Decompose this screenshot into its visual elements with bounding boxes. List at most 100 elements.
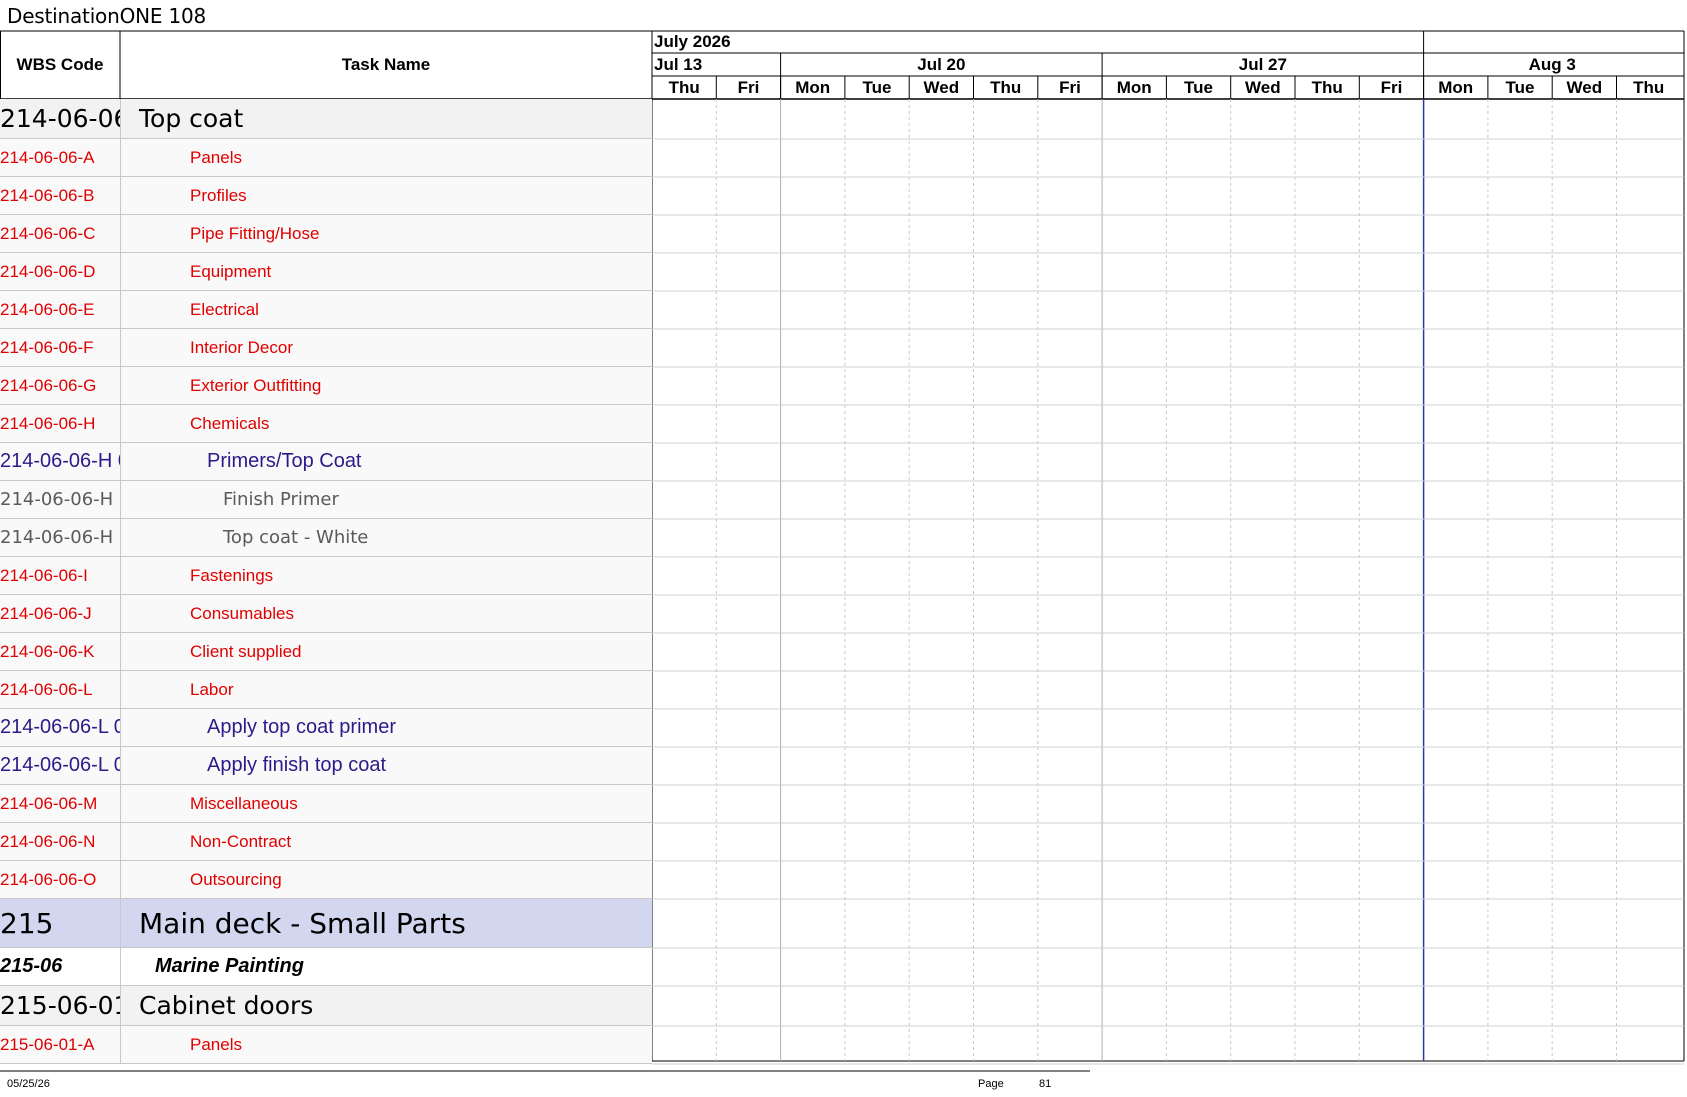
wbs-code-cell: 214-06-06-I (0, 565, 88, 585)
timeline-day-label: Fri (1380, 77, 1403, 97)
timeline-day-label: Mon (1116, 77, 1152, 97)
task-name-cell: Panels (190, 147, 242, 167)
timeline-day-label: Thu (1633, 77, 1665, 97)
wbs-code-cell: 214-06-06-H 01 (0, 527, 120, 548)
table-row[interactable]: 214-06-06-L 0 Apply finish top coat (0, 747, 652, 785)
table-row[interactable]: 214-06-06-E Electrical (0, 291, 652, 329)
timeline-day-label: Mon (795, 77, 831, 97)
task-column-header: Task Name (341, 55, 431, 74)
wbs-code-cell: 214-06-06-L 0 (0, 754, 120, 776)
task-name-cell: Outsourcing (190, 869, 282, 889)
wbs-code-cell: 214-06-06-H 0 (0, 450, 120, 472)
table-row[interactable]: 214-06-06-H 01 Top coat - White (0, 519, 652, 557)
table-row[interactable]: 214-06-06-A Panels (0, 139, 652, 177)
wbs-code-cell: 214-06-06-O (0, 869, 97, 889)
table-row[interactable]: 215 Main deck - Small Parts (0, 899, 652, 948)
task-name-cell: Miscellaneous (190, 793, 298, 813)
wbs-code-cell: 215-06-01 (0, 991, 120, 1020)
task-name-cell: Non-Contract (190, 831, 292, 851)
task-name-cell: Consumables (190, 603, 294, 623)
table-row[interactable]: 214-06-06-H 0 Primers/Top Coat (0, 443, 652, 481)
wbs-code-cell: 214-06-06-F (0, 337, 94, 357)
wbs-code-cell: 214-06-06-D (0, 261, 96, 281)
footer-date: 05/25/26 (7, 1078, 50, 1090)
wbs-column-header: WBS Code (16, 55, 104, 74)
timeline-day-label: Fri (1059, 77, 1081, 97)
wbs-code-cell: 215 (0, 906, 54, 940)
wbs-code-cell: 214-06-06-L (0, 679, 93, 699)
timeline-day-label: Fri (737, 77, 760, 97)
task-name-cell: Exterior Outfitting (190, 375, 322, 395)
task-name-cell: Cabinet doors (139, 991, 314, 1020)
table-row[interactable]: 214-06-06 Top coat (0, 99, 652, 139)
table-row[interactable]: 214-06-06-L Labor (0, 671, 652, 709)
table-row[interactable]: 214-06-06-H 01 Finish Primer (0, 481, 652, 519)
table-row[interactable]: 214-06-06-B Profiles (0, 177, 652, 215)
table-row[interactable]: 214-06-06-J Consumables (0, 595, 652, 633)
timeline-day-label: Thu (990, 77, 1022, 97)
timeline-day-label: Mon (1438, 77, 1474, 97)
timeline-day-label: Wed (1566, 77, 1603, 97)
wbs-code-cell: 214-06-06-M (0, 793, 98, 813)
task-name-cell: Labor (190, 679, 234, 699)
task-name-cell: Equipment (190, 261, 272, 281)
wbs-code-cell: 214-06-06-N (0, 831, 96, 851)
timeline-day-label: Thu (668, 77, 700, 97)
task-name-cell: Apply top coat primer (207, 716, 396, 738)
task-name-cell: Client supplied (190, 641, 302, 661)
task-name-cell: Panels (190, 1034, 242, 1054)
timeline-day-label: Tue (862, 77, 892, 97)
task-name-cell: Apply finish top coat (207, 754, 386, 776)
wbs-code-cell: 214-06-06-A (0, 147, 95, 167)
wbs-code-cell: 214-06-06-H 01 (0, 489, 120, 510)
table-row[interactable]: 214-06-06-O Outsourcing (0, 861, 652, 899)
wbs-code-cell: 215-06-01-A (0, 1034, 95, 1054)
task-name-cell: Fastenings (190, 565, 274, 585)
wbs-code-cell: 214-06-06-K (0, 641, 95, 661)
timeline-month-label: July 2026 (654, 32, 731, 51)
timeline-day-label: Tue (1184, 77, 1214, 97)
table-row[interactable]: 214-06-06-F Interior Decor (0, 329, 652, 367)
table-row[interactable]: 214-06-06-H Chemicals (0, 405, 652, 443)
footer-page-label: Page (978, 1078, 1004, 1090)
table-row[interactable]: 214-06-06-N Non-Contract (0, 823, 652, 861)
table-row[interactable]: 214-06-06-G Exterior Outfitting (0, 367, 652, 405)
wbs-code-cell: 214-06-06-G (0, 375, 97, 395)
timeline-day-label: Wed (923, 77, 960, 97)
wbs-code-cell: 214-06-06-J (0, 603, 92, 623)
task-name-cell: Interior Decor (190, 337, 293, 357)
table-row[interactable]: 215-06-01 Cabinet doors (0, 986, 652, 1026)
timeline-week-label: Jul 13 (654, 54, 703, 74)
table-row[interactable]: 214-06-06-I Fastenings (0, 557, 652, 595)
table-row[interactable]: 214-06-06-L 0 Apply top coat primer (0, 709, 652, 747)
table-row[interactable]: 214-06-06-C Pipe Fitting/Hose (0, 215, 652, 253)
task-name-cell: Top coat - White (223, 527, 369, 548)
table-row[interactable]: 214-06-06-D Equipment (0, 253, 652, 291)
table-row[interactable]: 215-06-01-A Panels (0, 1026, 652, 1064)
wbs-code-cell: 214-06-06-L 0 (0, 716, 120, 738)
task-name-cell: Main deck - Small Parts (139, 906, 466, 940)
task-name-cell: Top coat (139, 104, 244, 133)
wbs-code-cell: 215-06 (0, 955, 63, 977)
task-name-cell: Profiles (190, 185, 247, 205)
task-name-cell: Pipe Fitting/Hose (190, 223, 320, 243)
footer-page-number: 81 (1039, 1078, 1052, 1090)
wbs-code-cell: 214-06-06-E (0, 299, 95, 319)
wbs-code-cell: 214-06-06 (0, 104, 120, 133)
timeline-week-label: Jul 27 (1238, 54, 1287, 74)
task-name-cell: Chemicals (190, 413, 270, 433)
table-row[interactable]: 214-06-06-M Miscellaneous (0, 785, 652, 823)
task-name-cell: Electrical (190, 299, 259, 319)
wbs-code-cell: 214-06-06-H (0, 413, 96, 433)
timeline-day-label: Thu (1311, 77, 1343, 97)
task-name-cell: Finish Primer (223, 489, 339, 510)
wbs-code-cell: 214-06-06-C (0, 223, 96, 243)
wbs-code-cell: 214-06-06-B (0, 185, 95, 205)
timeline-week-label: Jul 20 (917, 54, 966, 74)
task-name-cell: Marine Painting (155, 955, 304, 977)
task-name-cell: Primers/Top Coat (207, 450, 362, 472)
timeline-day-label: Wed (1245, 77, 1281, 97)
table-row[interactable]: 214-06-06-K Client supplied (0, 633, 652, 671)
table-row[interactable]: 215-06 Marine Painting (0, 948, 652, 986)
timeline-day-label: Tue (1505, 77, 1535, 97)
